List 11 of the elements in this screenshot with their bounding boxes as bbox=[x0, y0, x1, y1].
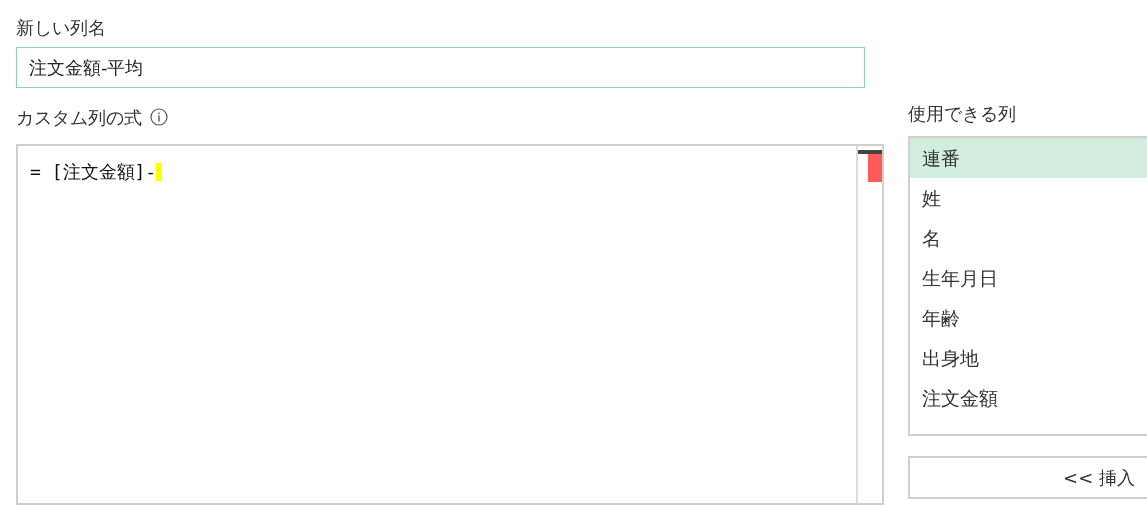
cursor-marker bbox=[156, 163, 163, 181]
insert-button[interactable]: << 挿入 bbox=[908, 456, 1147, 499]
column-item[interactable]: 連番 bbox=[910, 138, 1147, 178]
field-label: カスタム列の式 bbox=[16, 105, 142, 130]
field-label: 新しい列名 bbox=[16, 16, 107, 40]
formula-text: = [注文金額]- bbox=[30, 161, 157, 182]
column-name-field[interactable]: 注文金額-平均 bbox=[16, 47, 865, 88]
info-icon[interactable] bbox=[150, 108, 168, 126]
field-label: 使用できる列 bbox=[908, 102, 1017, 126]
formula-editor[interactable]: = [注文金額]- bbox=[16, 144, 884, 505]
column-list[interactable]: 連番 姓 名 生年月日 年齢 出身地 注文金額 bbox=[908, 136, 1147, 436]
